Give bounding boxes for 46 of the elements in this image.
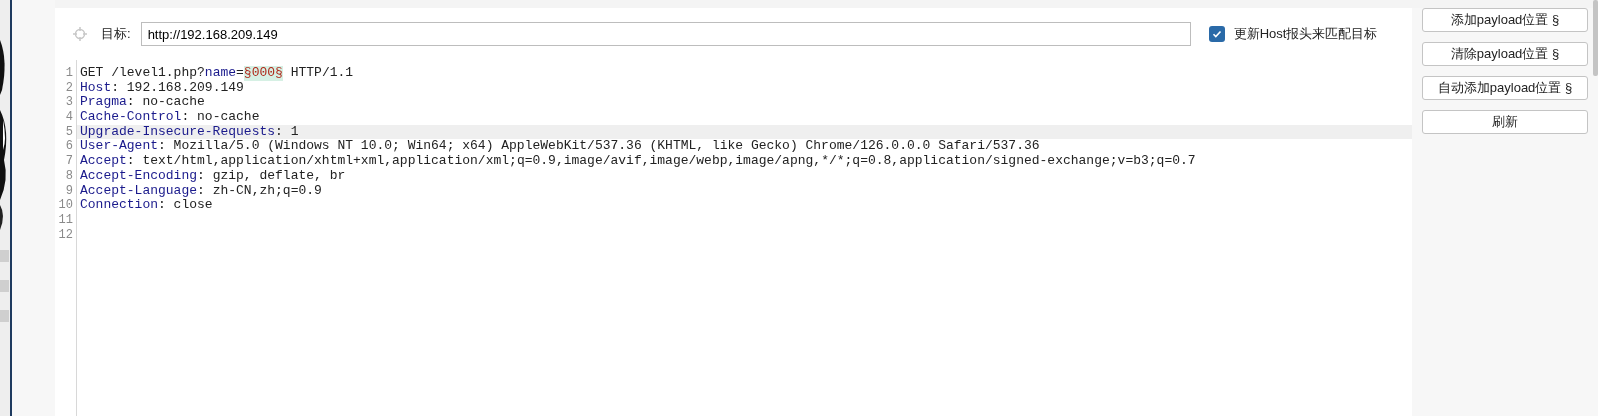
line-number: 5: [65, 124, 73, 140]
header-name: Accept-Language: [80, 183, 198, 199]
target-label: 目标:: [101, 25, 131, 44]
scrollbar[interactable]: [1593, 0, 1598, 76]
header-name: Host: [80, 80, 112, 96]
action-button[interactable]: 自动添加payload位置 §: [1422, 76, 1588, 100]
request-text: : no-cache: [181, 110, 260, 125]
request-text: : gzip, deflate, br: [197, 168, 346, 184]
line-number: 11: [58, 212, 73, 228]
target-field[interactable]: http://192.168.209.149: [140, 22, 1191, 46]
checkmark-icon: [1211, 29, 1222, 39]
line-number: 7: [65, 154, 73, 169]
header-name: Upgrade-Insecure-Requests: [80, 124, 276, 140]
header-name: User-Agent: [80, 139, 158, 155]
line-number: 2: [65, 80, 73, 96]
line-number: 8: [65, 168, 73, 184]
header-name: Pragma: [80, 95, 127, 111]
header-name: Cache-Control: [80, 110, 182, 125]
line-number: 1: [65, 66, 73, 81]
payload-marker: §000§: [243, 66, 283, 81]
request-text: : text/html,application/xhtml+xml,application/xml;q=0.9,image/avif,image/webp,image/apng,*/*;q=0.8,application/signed-exchange;v=b3;q=0.7: [126, 154, 1196, 169]
checkbox-label: 更新Host报头来匹配目标: [1233, 25, 1378, 44]
request-text: =: [236, 66, 244, 81]
request-text: : 192.168.209.149: [111, 80, 244, 96]
request-text: : no-cache: [126, 95, 205, 111]
request-text: GET /level1.php?: [80, 66, 205, 81]
request-text: : close: [158, 198, 213, 213]
request-text: : Mozilla/5.0 (Windows NT 10.0; Win64; x64) AppleWebKit/537.36 (KHTML, like Gecko) Chrome/126.0.0.0 Safari/537.36: [158, 139, 1040, 155]
header-name: name: [204, 66, 237, 81]
request-text: HTTP/1.1: [289, 66, 354, 81]
action-button[interactable]: 添加payload位置 §: [1422, 8, 1588, 32]
line-number: 9: [65, 183, 73, 199]
crosshair-icon: [73, 27, 87, 41]
line-number: 10: [58, 198, 73, 213]
request-text: : 1: [275, 124, 299, 140]
line-number: 4: [65, 110, 73, 125]
line-number: 12: [58, 227, 73, 243]
request-text: : zh-CN,zh;q=0.9: [197, 183, 322, 199]
action-button[interactable]: 刷新: [1422, 110, 1588, 134]
header-name: Connection: [80, 198, 158, 213]
header-name: Accept-Encoding: [80, 168, 198, 184]
action-button[interactable]: 清除payload位置 §: [1422, 42, 1588, 66]
line-number: 3: [65, 95, 73, 111]
checkbox[interactable]: [1208, 26, 1225, 42]
line-number: 6: [65, 139, 73, 155]
header-name: Accept: [80, 154, 127, 169]
